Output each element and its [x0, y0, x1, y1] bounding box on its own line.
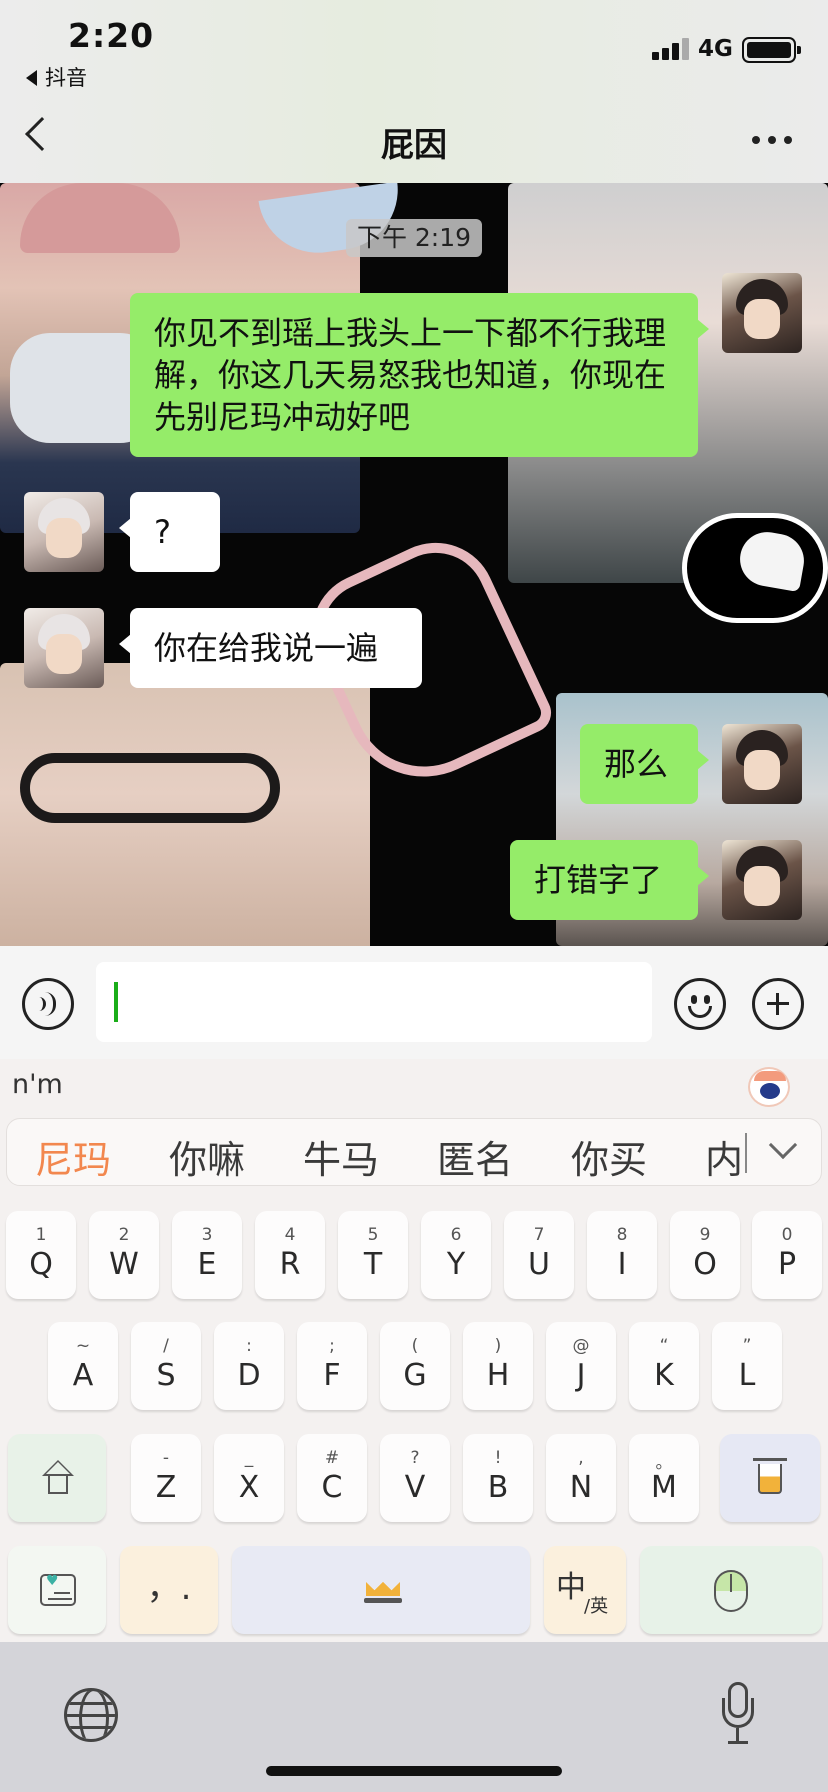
text-cursor: [114, 982, 118, 1022]
message-timestamp: 下午 2:19: [346, 219, 482, 257]
candidate-divider: [745, 1133, 747, 1173]
message-bubble-sent[interactable]: 打错字了: [510, 840, 709, 920]
candidate-bar: 尼玛 你嘛 牛马 匿名 你买 内: [6, 1118, 822, 1186]
key-a[interactable]: ~ A: [48, 1322, 118, 1410]
candidate-word[interactable]: 匿名: [437, 1129, 513, 1184]
contact-avatar[interactable]: [24, 492, 104, 572]
message-bubble-sent[interactable]: 那么: [580, 724, 709, 804]
my-avatar[interactable]: [722, 840, 802, 920]
contact-avatar[interactable]: [24, 608, 104, 688]
back-to-app-link[interactable]: 抖音: [26, 62, 87, 92]
key-r[interactable]: 4R: [255, 1211, 325, 1299]
input-bar: [0, 946, 828, 1059]
key-p[interactable]: 0P: [752, 1211, 822, 1299]
key-c[interactable]: # C: [297, 1434, 367, 1522]
plus-icon[interactable]: [752, 978, 804, 1030]
key-o[interactable]: 9O: [670, 1211, 740, 1299]
back-app-label: 抖音: [45, 66, 87, 90]
key-n[interactable]: ,N: [546, 1434, 616, 1522]
key-v[interactable]: ? V: [380, 1434, 450, 1522]
keyboard-toolbox-icon: [40, 1573, 76, 1606]
battery-icon: [742, 37, 801, 63]
candidate-word[interactable]: 你嘛: [169, 1129, 245, 1184]
my-avatar[interactable]: [722, 724, 802, 804]
voice-input-icon[interactable]: [22, 978, 74, 1030]
message-bubble-received[interactable]: ?: [119, 492, 220, 572]
more-options-icon[interactable]: [752, 136, 792, 144]
key-l[interactable]: ” L: [712, 1322, 782, 1410]
space-key[interactable]: [232, 1546, 530, 1634]
language-toggle-key[interactable]: 中/英: [544, 1546, 626, 1634]
crown-icon: [364, 1576, 402, 1604]
pinyin-composition: n'm: [12, 1069, 63, 1100]
message-input[interactable]: [96, 962, 652, 1042]
key-q[interactable]: 1Q: [6, 1211, 76, 1299]
shift-key[interactable]: [8, 1434, 106, 1522]
delete-key[interactable]: [720, 1434, 820, 1522]
ime-keyboard: n'm 尼玛 你嘛 牛马 匿名 你买 内 1Q 2W 3E 4R 5T 6Y 7…: [0, 1059, 828, 1642]
status-time: 2:20: [68, 16, 155, 55]
globe-icon[interactable]: [64, 1688, 118, 1742]
candidate-word[interactable]: 尼玛: [35, 1129, 111, 1184]
chat-area[interactable]: 下午 2:19 你见不到瑶上我头上一下都不行我理解，你这几天易怒我也知道，你现在…: [0, 183, 828, 946]
microphone-icon[interactable]: [722, 1682, 754, 1746]
key-s[interactable]: / S: [131, 1322, 201, 1410]
message-bubble-sent[interactable]: 你见不到瑶上我头上一下都不行我理解，你这几天易怒我也知道，你现在先别尼玛冲动好吧: [130, 293, 709, 457]
enter-key[interactable]: [640, 1546, 822, 1634]
key-g[interactable]: (G: [380, 1322, 450, 1410]
key-f[interactable]: ; F: [297, 1322, 367, 1410]
chevron-down-icon[interactable]: [768, 1130, 798, 1160]
home-indicator[interactable]: [266, 1766, 562, 1776]
key-j[interactable]: @ J: [546, 1322, 616, 1410]
top-bar: 2:20 抖音 4G 屁因: [0, 0, 828, 183]
key-m[interactable]: 。 M: [629, 1434, 699, 1522]
key-z[interactable]: -Z: [131, 1434, 201, 1522]
network-type: 4G: [698, 36, 733, 62]
chat-title: 屁因: [381, 125, 447, 164]
key-t[interactable]: 5T: [338, 1211, 408, 1299]
candidate-word[interactable]: 牛马: [303, 1129, 379, 1184]
key-w[interactable]: 2W: [89, 1211, 159, 1299]
system-bar: [0, 1642, 828, 1792]
cellular-signal-icon: [652, 38, 690, 60]
emoji-icon[interactable]: [674, 978, 726, 1030]
key-h[interactable]: ) H: [463, 1322, 533, 1410]
key-y[interactable]: 6Y: [421, 1211, 491, 1299]
back-triangle-icon: [26, 70, 37, 86]
candidate-word[interactable]: 你买: [571, 1129, 647, 1184]
keyboard-mode-key[interactable]: [8, 1546, 106, 1634]
key-i[interactable]: 8I: [587, 1211, 657, 1299]
key-b[interactable]: ! B: [463, 1434, 533, 1522]
keyboard-mascot-icon[interactable]: [748, 1067, 790, 1107]
my-avatar[interactable]: [722, 273, 802, 353]
candidate-word[interactable]: 内: [705, 1129, 743, 1184]
shift-arrow-icon: [42, 1460, 74, 1476]
key-e[interactable]: 3E: [172, 1211, 242, 1299]
punctuation-key[interactable]: ，.: [120, 1546, 218, 1634]
message-bubble-received[interactable]: 你在给我说一遍: [119, 608, 422, 688]
trash-icon: [758, 1464, 782, 1494]
key-k[interactable]: “K: [629, 1322, 699, 1410]
key-u[interactable]: 7U: [504, 1211, 574, 1299]
mouse-icon: [714, 1570, 748, 1612]
key-d[interactable]: :D: [214, 1322, 284, 1410]
key-x[interactable]: _ X: [214, 1434, 284, 1522]
